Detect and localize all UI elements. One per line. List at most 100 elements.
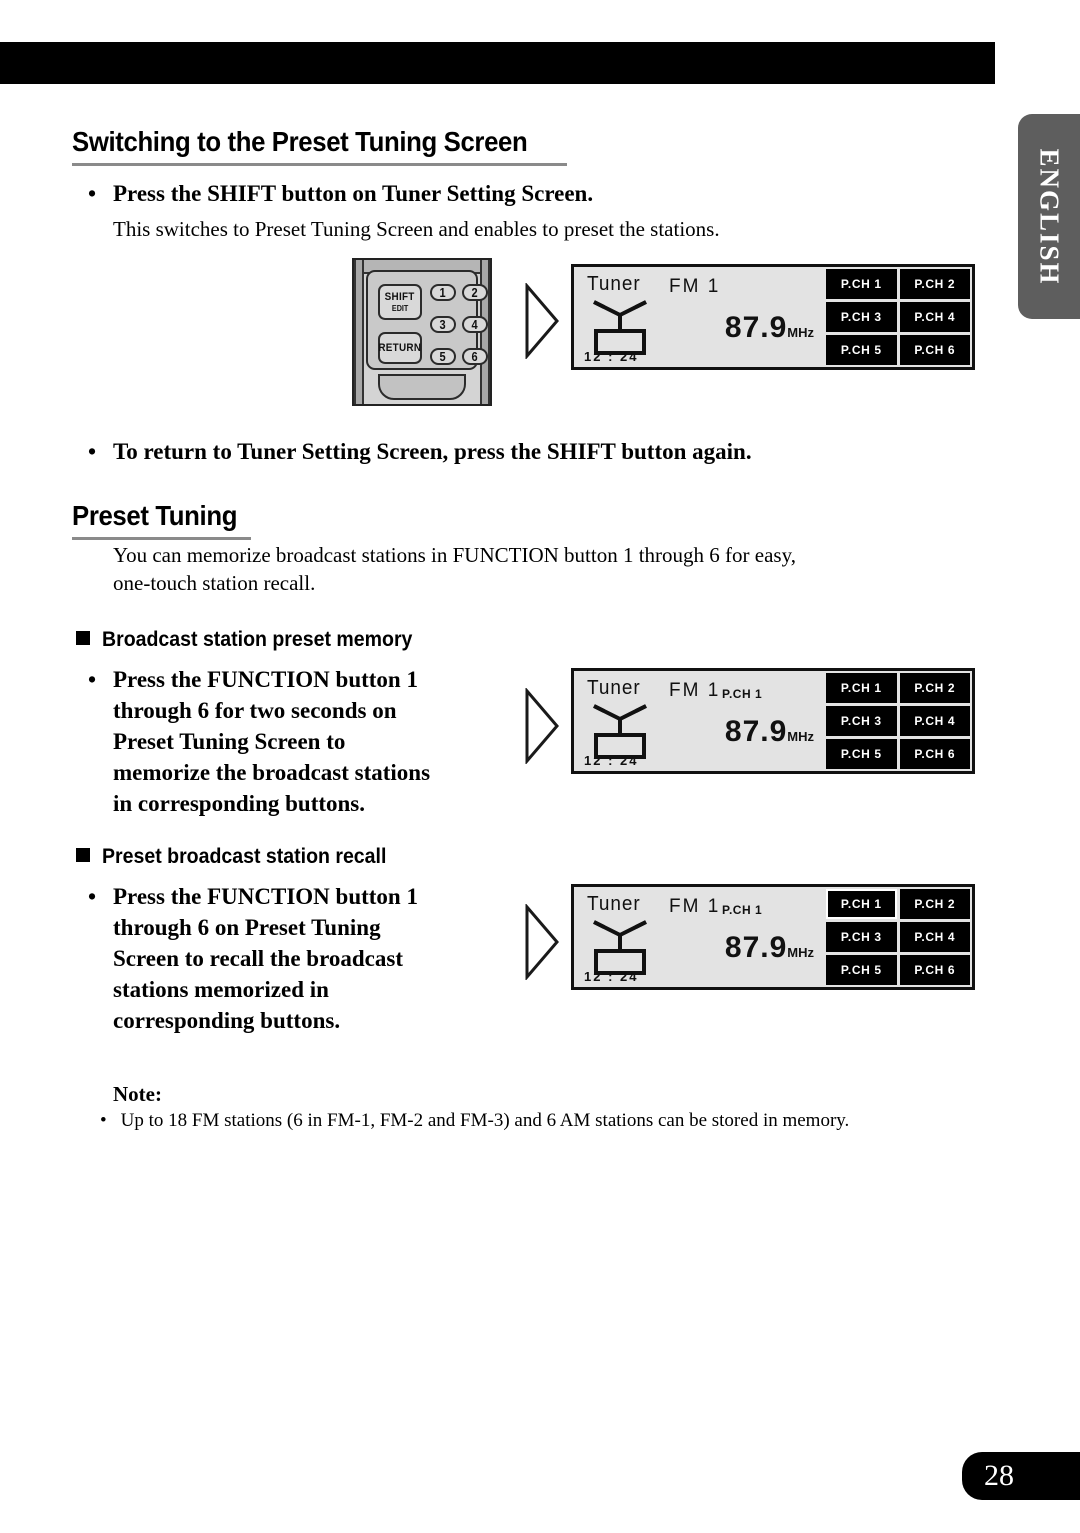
lcd-2-preset-button-2[interactable]: P.CH 2 [899,673,970,703]
lcd-1-preset-grid: P.CH 1 P.CH 2 P.CH 3 P.CH 4 P.CH 5 P.CH … [824,267,972,367]
flow-arrow-icon-2 [525,688,559,764]
lcd-2-preset-indicator: P.CH 1 [722,687,763,701]
subsection-heading-preset-recall-label: Preset broadcast station recall [102,845,387,868]
bullet-preset-recall-line3: Screen to recall the broadcast [113,946,404,971]
bullet-dot-icon: • [88,181,97,206]
remote-number-button-5[interactable]: 5 [430,348,456,365]
bullet-dot-icon-3: • [88,667,97,692]
lcd-3-preset-indicator: P.CH 1 [722,903,763,917]
remote-number-button-1[interactable]: 1 [430,284,456,301]
bullet-preset-recall: • Press the FUNCTION button 1 through 6 … [88,881,508,1036]
remote-number-4-label: 4 [471,317,479,332]
lcd-1-frequency: 87.9MHz [725,311,814,345]
bullet-preset-memory: • Press the FUNCTION button 1 through 6 … [88,664,508,819]
bullet-preset-memory-line5: in corresponding buttons. [113,791,366,816]
remote-shift-sub-label: EDIT [391,303,409,313]
switching-description: This switches to Preset Tuning Screen an… [113,217,720,241]
remote-number-button-4[interactable]: 4 [462,316,488,333]
remote-shift-label: SHIFT [385,290,415,303]
section-heading-switching: Switching to the Preset Tuning Screen [72,126,567,166]
lcd-3-band-label: FM 1 [669,896,721,917]
lcd-3-preset-button-3[interactable]: P.CH 3 [826,922,897,952]
lcd-1-frequency-unit: MHz [787,325,814,340]
bullet-preset-memory-line3: Preset Tuning Screen to [113,729,346,754]
language-tab-english: ENGLISH [1018,114,1080,319]
bullet-preset-memory-line1: Press the FUNCTION button 1 [113,667,418,692]
lcd-1-info-area: Tuner FM 1 12 : 24 87.9MHz [574,267,824,367]
note-bullet: • Up to 18 FM stations (6 in FM-1, FM-2 a… [100,1110,970,1132]
remote-number-3-label: 3 [439,317,447,332]
lcd-3-frequency-unit: MHz [787,945,814,960]
lcd-3-preset-button-4[interactable]: P.CH 4 [899,922,970,952]
language-tab-label: ENGLISH [1034,147,1065,286]
lcd-2-frequency: 87.9MHz [725,715,814,749]
lcd-3-preset-button-1[interactable]: P.CH 1 [826,889,897,919]
lcd-1-preset-button-3[interactable]: P.CH 3 [826,302,897,332]
bullet-dot-icon-2: • [88,439,97,464]
remote-number-2-label: 2 [471,285,479,300]
flow-arrow-icon-3 [525,904,559,980]
remote-left-edge [354,260,364,404]
lcd-1-preset-button-6[interactable]: P.CH 6 [899,335,970,365]
bullet-return-shift: • To return to Tuner Setting Screen, pre… [88,436,918,467]
remote-shift-button[interactable]: SHIFT EDIT [378,284,422,320]
remote-number-button-6[interactable]: 6 [462,348,488,365]
lcd-2-preset-button-5[interactable]: P.CH 5 [826,739,897,769]
lcd-1-clock: 12 : 24 [584,349,639,364]
lcd-1-frequency-value: 87.9 [724,311,788,344]
lcd-2-preset-button-1[interactable]: P.CH 1 [826,673,897,703]
bullet-dot-icon-4: • [88,884,97,909]
lcd-3-preset-button-6[interactable]: P.CH 6 [899,955,970,985]
bullet-preset-recall-line4: stations memorized in [113,977,329,1002]
lcd-3-clock: 12 : 24 [584,969,639,984]
top-black-bar [0,42,995,84]
lcd-2-preset-grid: P.CH 1 P.CH 2 P.CH 3 P.CH 4 P.CH 5 P.CH … [824,671,972,771]
remote-return-label: RETURN [378,341,422,354]
remote-number-button-3[interactable]: 3 [430,316,456,333]
page-number-label: 28 [984,1459,1014,1492]
lcd-2-clock: 12 : 24 [584,753,639,768]
lcd-1-preset-button-2[interactable]: P.CH 2 [899,269,970,299]
lcd-display-1: Tuner FM 1 12 : 24 87.9MHz P.CH 1 P.CH 2… [571,264,975,370]
lcd-3-info-area: Tuner FM 1 P.CH 1 12 : 24 87.9MHz [574,887,824,987]
square-bullet-icon-1 [76,631,90,645]
lcd-2-preset-button-6[interactable]: P.CH 6 [899,739,970,769]
bullet-preset-recall-line5: corresponding buttons. [113,1008,341,1033]
remote-return-button[interactable]: RETURN [378,332,422,364]
remote-button-panel: SHIFT EDIT RETURN 1 2 3 4 5 6 [366,270,488,370]
lcd-1-preset-button-5[interactable]: P.CH 5 [826,335,897,365]
bullet-preset-memory-line4: memorize the broadcast stations [113,760,431,785]
note-bullet-dot-icon: • [100,1110,107,1131]
lcd-3-frequency-value: 87.9 [724,931,788,964]
lcd-2-preset-button-4[interactable]: P.CH 4 [899,706,970,736]
bullet-preset-memory-line2: through 6 for two seconds on [113,698,397,723]
lcd-1-band-label: FM 1 [669,276,721,297]
lcd-3-preset-button-5[interactable]: P.CH 5 [826,955,897,985]
lcd-1-preset-button-4[interactable]: P.CH 4 [899,302,970,332]
lcd-2-info-area: Tuner FM 1 P.CH 1 12 : 24 87.9MHz [574,671,824,771]
bullet-preset-recall-line1: Press the FUNCTION button 1 [113,884,418,909]
lcd-2-source-label: Tuner [587,677,641,699]
section-heading-preset-tuning: Preset Tuning [72,500,252,540]
preset-tuning-description-line2: one-touch station recall. [113,571,316,595]
bullet-preset-recall-line2: through 6 on Preset Tuning [113,915,381,940]
lcd-1-source-label: Tuner [587,273,641,295]
lcd-2-preset-button-3[interactable]: P.CH 3 [826,706,897,736]
lcd-2-frequency-unit: MHz [787,729,814,744]
lcd-3-preset-button-2[interactable]: P.CH 2 [899,889,970,919]
section-heading-preset-tuning-label: Preset Tuning [72,500,238,531]
bullet-press-shift: • Press the SHIFT button on Tuner Settin… [88,178,908,209]
remote-number-5-label: 5 [439,349,447,364]
bullet-press-shift-label: Press the SHIFT button on Tuner Setting … [113,181,594,206]
lcd-1-preset-button-1[interactable]: P.CH 1 [826,269,897,299]
remote-number-6-label: 6 [471,349,479,364]
remote-number-1-label: 1 [439,285,447,300]
subsection-heading-preset-memory: Broadcast station preset memory [76,628,436,652]
preset-tuning-description-line1: You can memorize broadcast stations in F… [113,543,796,567]
note-title: Note: [113,1082,162,1106]
lcd-3-source-label: Tuner [587,893,641,915]
remote-control-illustration: SHIFT EDIT RETURN 1 2 3 4 5 6 [352,258,492,406]
remote-number-button-2[interactable]: 2 [462,284,488,301]
square-bullet-icon-2 [76,848,90,862]
remote-bottom-ledge [378,374,466,400]
